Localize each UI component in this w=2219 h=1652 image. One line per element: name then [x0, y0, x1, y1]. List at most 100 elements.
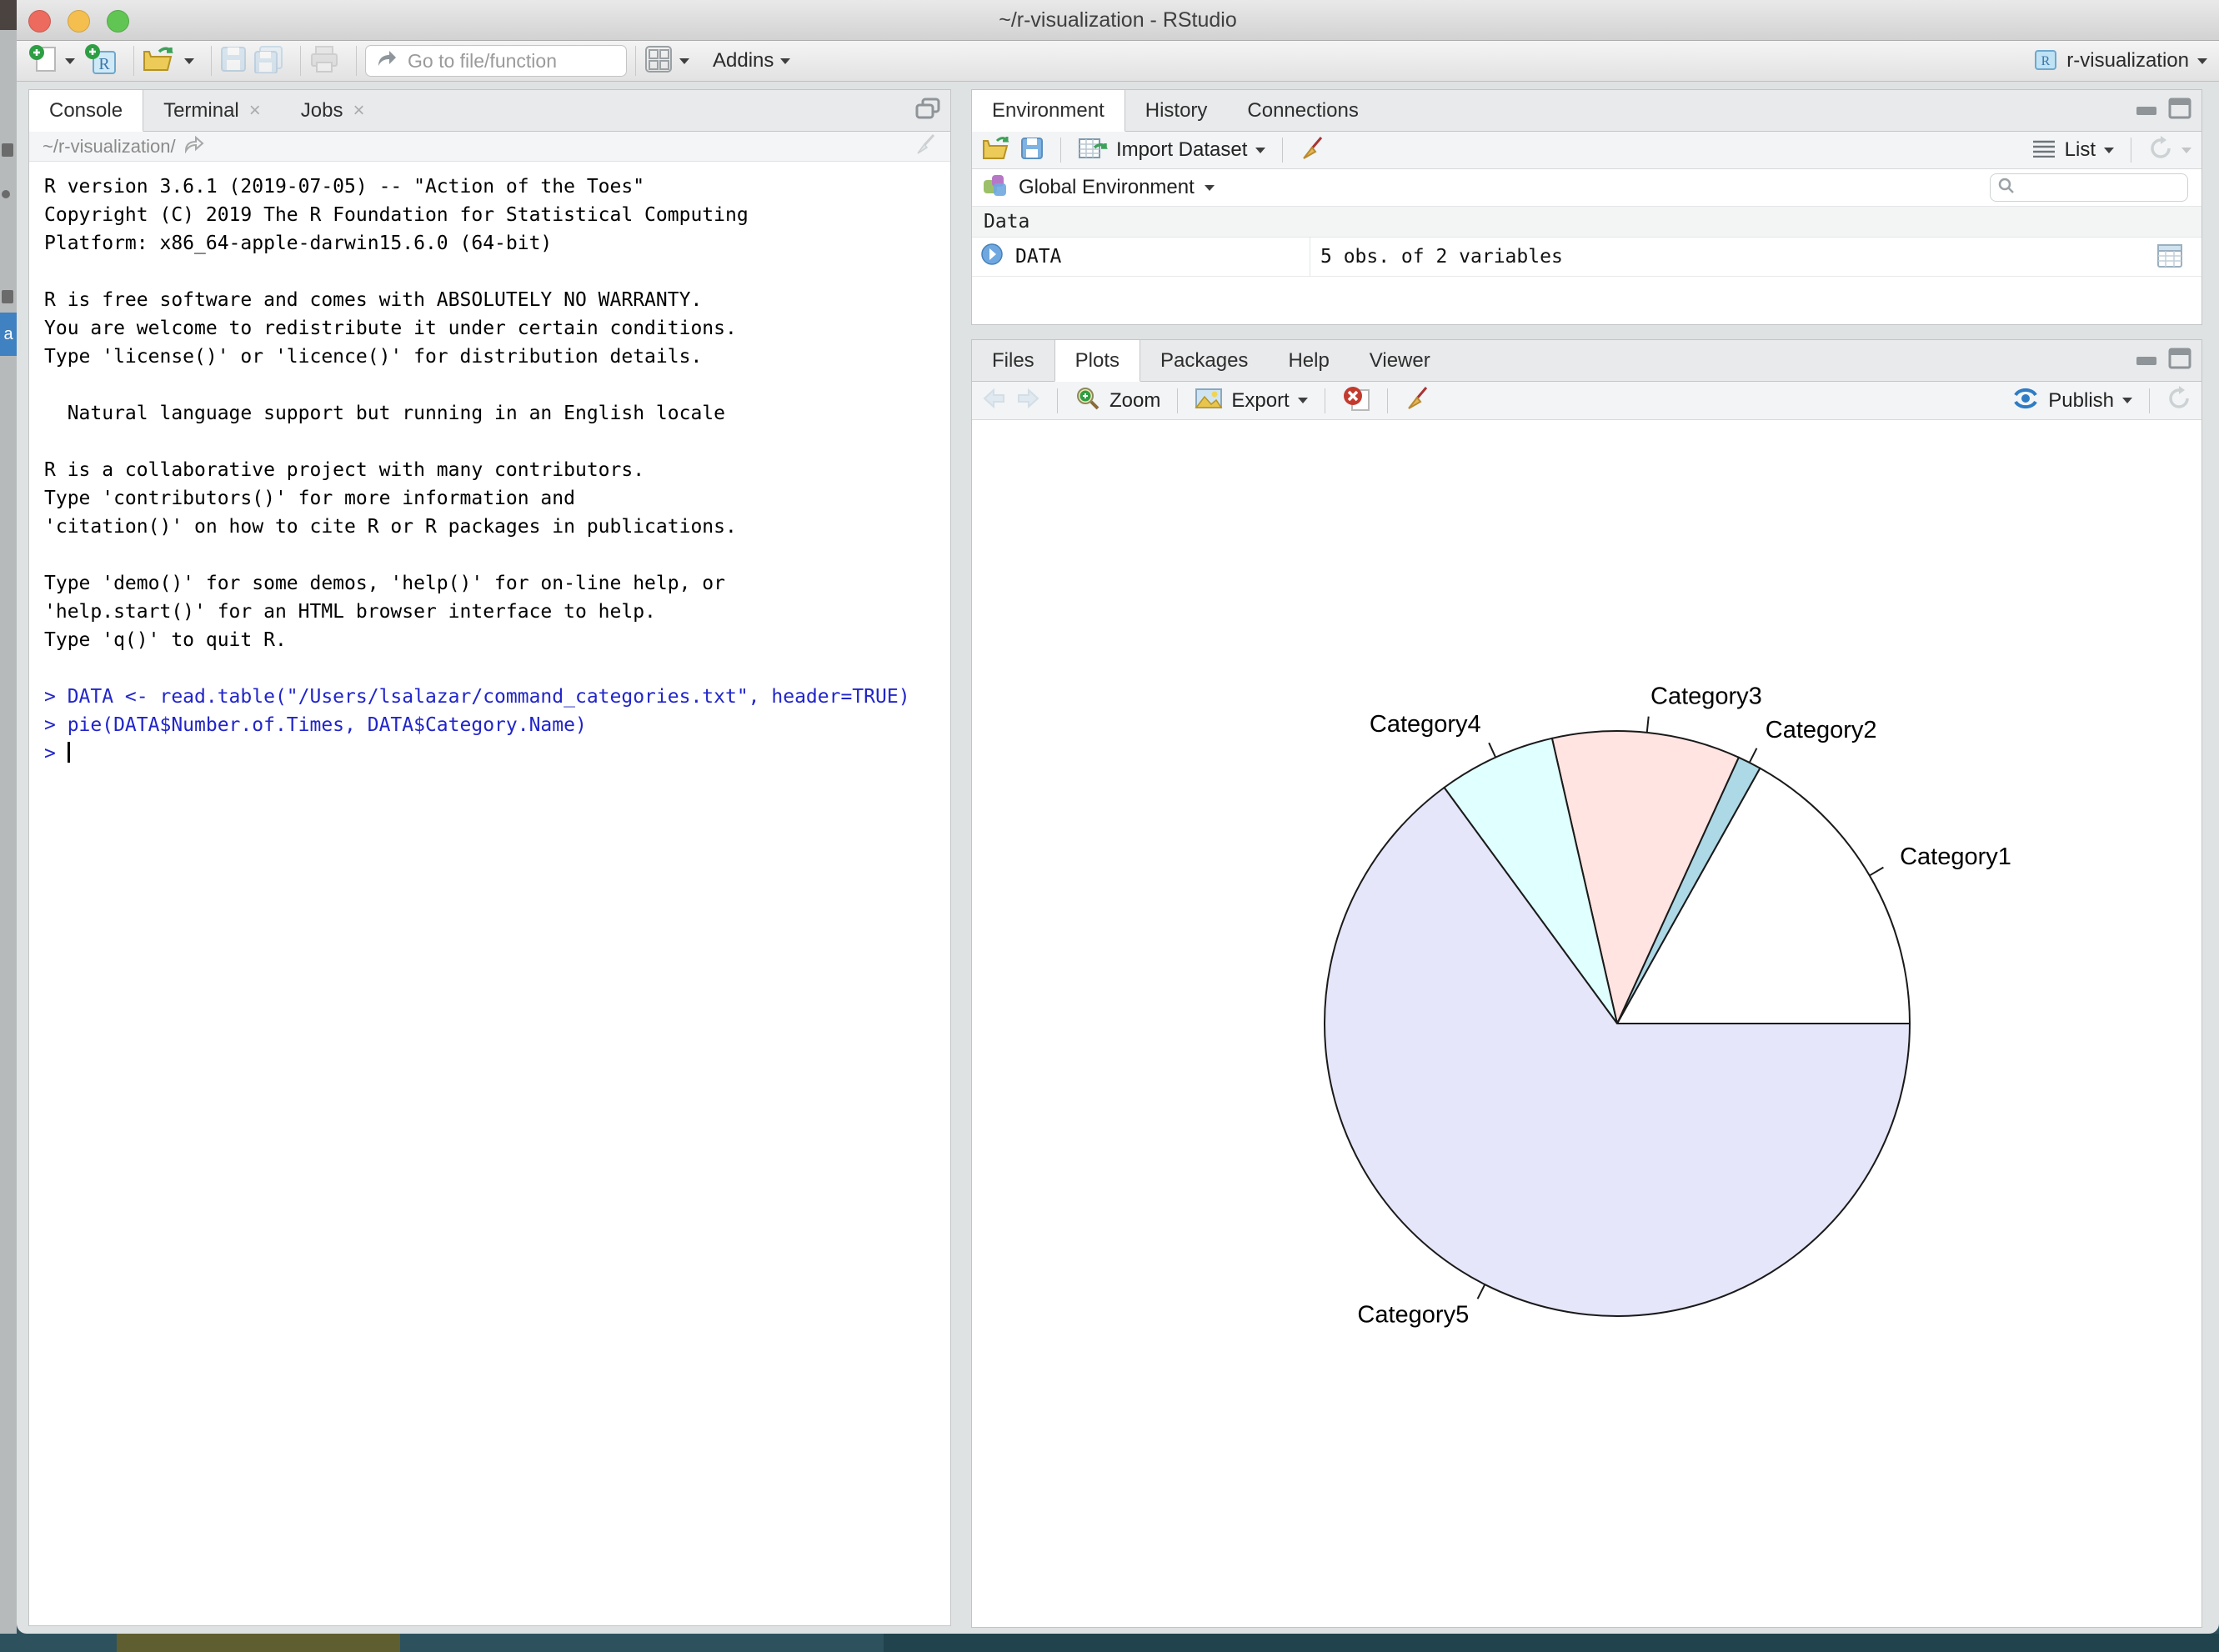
close-icon[interactable]: ×: [249, 101, 261, 121]
clear-console-broom-icon[interactable]: [914, 133, 937, 161]
new-file-menu-caret[interactable]: [65, 58, 75, 64]
pie-label-Category3: Category3: [1650, 683, 1762, 710]
global-environment-caret[interactable]: [1205, 185, 1215, 191]
tab-console[interactable]: Console: [29, 90, 143, 132]
previous-plot-icon[interactable]: [982, 388, 1007, 413]
list-view-caret[interactable]: [2104, 148, 2114, 153]
tab-plots-label: Plots: [1075, 349, 1120, 373]
tab-connections[interactable]: Connections: [1227, 90, 1378, 131]
open-recent-caret[interactable]: [184, 58, 194, 64]
console-input-line: > pie(DATA$Number.of.Times, DATA$Categor…: [44, 711, 944, 739]
plot-display-area: Category1Category2Category3Category4Cate…: [972, 420, 2201, 1627]
project-menu[interactable]: R r-visualization: [2033, 47, 2207, 76]
tab-packages[interactable]: Packages: [1140, 340, 1268, 381]
new-file-icon[interactable]: [28, 44, 58, 78]
tab-viewer-label: Viewer: [1370, 349, 1430, 373]
environment-search[interactable]: [1990, 173, 2188, 202]
pie-label-Category1: Category1: [1900, 844, 2011, 870]
export-plot-icon[interactable]: [1195, 386, 1223, 415]
tab-terminal[interactable]: Terminal ×: [143, 90, 281, 131]
print-icon[interactable]: [309, 45, 339, 78]
pie-label-Category2: Category2: [1766, 717, 1877, 743]
console-output[interactable]: R version 3.6.1 (2019-07-05) -- "Action …: [29, 162, 950, 1625]
console-output-line: Platform: x86_64-apple-darwin15.6.0 (64-…: [44, 229, 944, 258]
background-selected-item: a: [0, 313, 17, 356]
pie-label-tick: [1870, 868, 1884, 876]
tab-help[interactable]: Help: [1268, 340, 1349, 381]
tab-console-label: Console: [49, 99, 123, 123]
new-project-icon[interactable]: R: [83, 43, 117, 79]
console-output-line: R version 3.6.1 (2019-07-05) -- "Action …: [44, 173, 944, 201]
list-view-icon[interactable]: [2031, 139, 2056, 162]
global-environment-label[interactable]: Global Environment: [1019, 176, 1195, 199]
save-icon[interactable]: [220, 46, 247, 77]
close-window-button[interactable]: [28, 10, 51, 33]
console-output-line: [44, 371, 944, 399]
working-directory: ~/r-visualization/: [43, 136, 176, 158]
load-workspace-icon[interactable]: [982, 136, 1012, 165]
close-icon[interactable]: ×: [353, 101, 364, 121]
desktop-wallpaper-strip: [0, 1634, 2219, 1652]
environment-search-input[interactable]: [2016, 178, 2219, 198]
publish-icon[interactable]: [2011, 386, 2040, 415]
background-window-sliver: a: [0, 0, 17, 1652]
export-plot-caret[interactable]: [1298, 398, 1308, 403]
environment-empty-area: [972, 277, 2201, 324]
refresh-icon[interactable]: [2148, 136, 2173, 165]
titlebar[interactable]: ~/r-visualization - RStudio: [17, 0, 2219, 41]
publish-caret[interactable]: [2122, 398, 2132, 403]
console-pane: Console Terminal × Jobs × ~/r-visualizat…: [28, 89, 951, 1626]
export-plot-label[interactable]: Export: [1231, 389, 1289, 413]
pie-label-tick: [1489, 743, 1495, 758]
tab-files[interactable]: Files: [972, 340, 1054, 381]
save-all-icon[interactable]: [253, 45, 283, 78]
goto-file-search[interactable]: [365, 45, 627, 77]
goto-file-input[interactable]: [406, 49, 593, 73]
object-summary: 5 obs. of 2 variables: [1320, 246, 1563, 268]
plots-tabbar: Files Plots Packages Help Viewer: [972, 340, 2201, 382]
plots-pane: Files Plots Packages Help Viewer: [971, 339, 2202, 1628]
import-dataset-label[interactable]: Import Dataset: [1116, 138, 1247, 162]
tab-plots[interactable]: Plots: [1054, 340, 1140, 382]
pane-layout-caret[interactable]: [679, 58, 689, 64]
maximize-pane-icon[interactable]: [915, 98, 940, 123]
environment-pane: Environment History Connections: [971, 89, 2202, 325]
minimize-window-button[interactable]: [68, 10, 90, 33]
refresh-caret[interactable]: [2181, 148, 2191, 153]
tab-history[interactable]: History: [1125, 90, 1228, 131]
maximize-pane-icon[interactable]: [2168, 348, 2191, 373]
expand-object-icon[interactable]: [980, 243, 1004, 271]
console-output-line: R is free software and comes with ABSOLU…: [44, 286, 944, 314]
open-file-icon[interactable]: [143, 45, 178, 78]
pane-layout-icon[interactable]: [644, 45, 673, 78]
refresh-plot-icon[interactable]: [2166, 386, 2191, 415]
addins-menu[interactable]: Addins: [713, 49, 790, 73]
window-title: ~/r-visualization - RStudio: [17, 0, 2219, 40]
console-output-line: 'citation()' on how to cite R or R packa…: [44, 513, 944, 541]
minimize-pane-icon[interactable]: [2135, 350, 2158, 371]
save-workspace-icon[interactable]: [1020, 137, 1044, 164]
zoom-window-button[interactable]: [107, 10, 129, 33]
zoom-plot-icon[interactable]: [1074, 385, 1101, 416]
tab-jobs[interactable]: Jobs ×: [281, 90, 385, 131]
console-tabbar: Console Terminal × Jobs ×: [29, 90, 950, 132]
list-view-label[interactable]: List: [2065, 138, 2096, 162]
maximize-pane-icon[interactable]: [2168, 98, 2191, 123]
tab-environment[interactable]: Environment: [972, 90, 1125, 132]
import-dataset-caret[interactable]: [1255, 148, 1265, 153]
remove-plot-icon[interactable]: [1342, 385, 1370, 416]
goto-directory-icon[interactable]: [184, 135, 204, 158]
tab-terminal-label: Terminal: [163, 99, 239, 123]
svg-text:R: R: [98, 55, 110, 73]
minimize-pane-icon[interactable]: [2135, 100, 2158, 121]
clear-all-plots-broom-icon[interactable]: [1405, 386, 1430, 415]
view-data-grid-icon[interactable]: [2156, 243, 2183, 273]
environment-object-row[interactable]: DATA 5 obs. of 2 variables: [972, 238, 2201, 277]
environment-toolbar: Import Dataset List: [972, 132, 2201, 169]
tab-viewer[interactable]: Viewer: [1350, 340, 1450, 381]
next-plot-icon[interactable]: [1015, 388, 1040, 413]
clear-environment-broom-icon[interactable]: [1300, 136, 1325, 165]
zoom-plot-label[interactable]: Zoom: [1110, 389, 1160, 413]
publish-label[interactable]: Publish: [2048, 389, 2114, 413]
import-dataset-icon[interactable]: [1078, 136, 1108, 165]
